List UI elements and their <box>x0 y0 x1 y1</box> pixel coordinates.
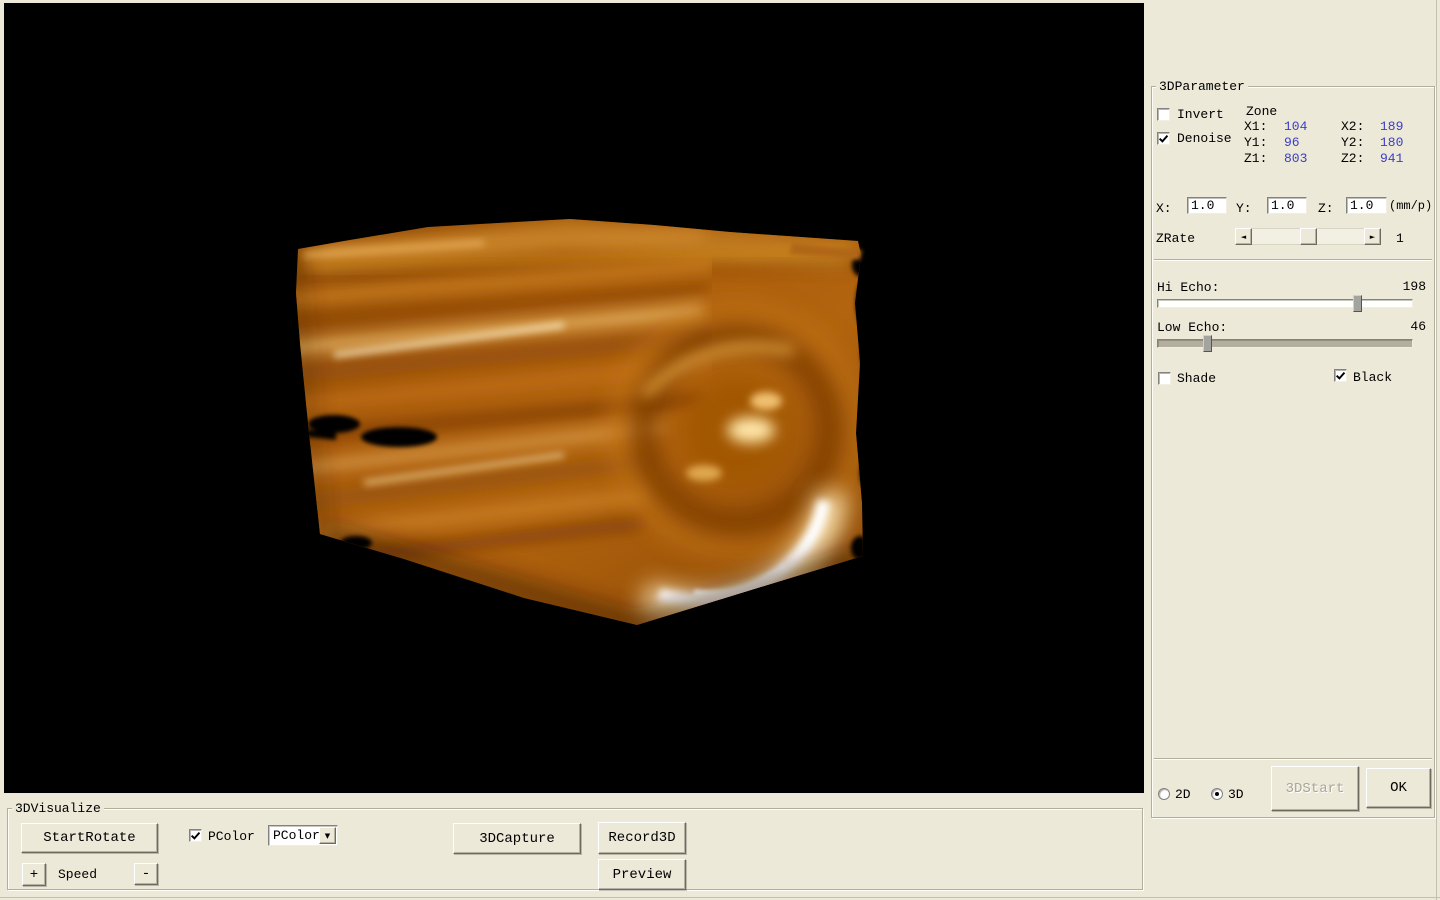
zone-x1-label: X1: <box>1244 119 1284 135</box>
zone-z2-value: 941 <box>1380 151 1428 167</box>
mode-2d-radio[interactable] <box>1158 788 1170 800</box>
zone-z2-label: Z2: <box>1341 151 1380 167</box>
check-icon <box>1158 133 1169 144</box>
application-window: 3DParameter Invert Denoise Zone X1: 104 … <box>0 0 1440 900</box>
z-scale-input[interactable] <box>1346 197 1387 214</box>
render-viewport[interactable] <box>4 3 1144 793</box>
pcolor-select-value: PColor <box>273 828 320 843</box>
zone-y2-value: 180 <box>1380 135 1428 151</box>
zone-z1-value: 803 <box>1284 151 1341 167</box>
hi-echo-slider-thumb[interactable] <box>1353 295 1362 312</box>
pcolor-checkbox[interactable] <box>189 829 202 842</box>
denoise-label[interactable]: Denoise <box>1177 131 1232 146</box>
window-right-edge <box>1436 0 1437 900</box>
zone-x1-value: 104 <box>1284 119 1341 135</box>
record-3d-button[interactable]: Record3D <box>598 822 686 854</box>
zrate-scrollbar-thumb[interactable] <box>1300 228 1317 245</box>
hi-echo-slider-track[interactable] <box>1157 299 1413 308</box>
low-echo-slider-thumb[interactable] <box>1203 335 1212 352</box>
parameter-groupbox-title: 3DParameter <box>1156 79 1248 94</box>
y-scale-label: Y: <box>1236 201 1252 216</box>
pcolor-select[interactable]: PColor ▼ <box>268 825 338 846</box>
low-echo-slider-track[interactable] <box>1157 339 1413 348</box>
black-label[interactable]: Black <box>1353 370 1392 385</box>
visualize-groupbox-title: 3DVisualize <box>12 801 104 816</box>
low-echo-label: Low Echo: <box>1157 320 1227 335</box>
mode-3d-label[interactable]: 3D <box>1228 787 1244 802</box>
zrate-label: ZRate <box>1156 231 1195 246</box>
zone-z1-label: Z1: <box>1244 151 1284 167</box>
zone-y1-value: 96 <box>1284 135 1341 151</box>
low-echo-slider[interactable] <box>1157 335 1413 352</box>
parameter-groupbox: 3DParameter Invert Denoise Zone X1: 104 … <box>1151 86 1435 818</box>
low-echo-value: 46 <box>1332 319 1426 334</box>
preview-button[interactable]: Preview <box>598 859 686 890</box>
hi-echo-slider[interactable] <box>1157 295 1413 312</box>
hi-echo-label: Hi Echo: <box>1157 280 1219 295</box>
zrate-scrollbar[interactable]: ◄ ► <box>1235 228 1381 245</box>
window-bottom-edge <box>0 897 1440 898</box>
zone-x2-value: 189 <box>1380 119 1428 135</box>
z-scale-label: Z: <box>1318 201 1334 216</box>
zone-label: Zone <box>1246 104 1277 119</box>
shade-label[interactable]: Shade <box>1177 371 1216 386</box>
y-scale-input[interactable] <box>1267 197 1307 214</box>
check-icon <box>1335 370 1346 381</box>
scale-unit-label: (mm/p) <box>1389 199 1432 213</box>
capture-3d-button[interactable]: 3DCapture <box>453 823 581 854</box>
zone-x2-label: X2: <box>1341 119 1380 135</box>
hi-echo-value: 198 <box>1332 279 1426 294</box>
scroll-left-icon: ◄ <box>1241 233 1246 241</box>
zrate-scroll-right-button[interactable]: ► <box>1364 228 1381 245</box>
mode-2d-label[interactable]: 2D <box>1175 787 1191 802</box>
volume-render <box>4 3 1144 793</box>
zone-y2-label: Y2: <box>1341 135 1380 151</box>
zone-y1-label: Y1: <box>1244 135 1284 151</box>
zone-values: X1: 104 X2: 189 Y1: 96 Y2: 180 Z1: 803 Z… <box>1244 119 1428 167</box>
ok-button[interactable]: OK <box>1366 768 1431 808</box>
black-checkbox[interactable] <box>1334 369 1347 382</box>
invert-checkbox[interactable] <box>1157 108 1170 121</box>
speed-label: Speed <box>58 867 97 882</box>
zrate-scroll-left-button[interactable]: ◄ <box>1235 228 1252 245</box>
mode-3d-radio[interactable] <box>1211 788 1223 800</box>
start3d-button[interactable]: 3DStart <box>1271 766 1359 811</box>
start-rotate-button[interactable]: StartRotate <box>21 823 158 853</box>
shade-checkbox[interactable] <box>1158 372 1171 385</box>
visualize-groupbox: 3DVisualize StartRotate PColor PColor ▼ … <box>7 808 1143 890</box>
x-scale-input[interactable] <box>1187 197 1227 214</box>
separator <box>1154 758 1432 760</box>
radio-dot <box>1215 792 1219 796</box>
invert-label[interactable]: Invert <box>1177 107 1224 122</box>
separator <box>1154 259 1432 261</box>
x-scale-label: X: <box>1156 201 1172 216</box>
chevron-down-icon: ▼ <box>325 832 330 840</box>
pcolor-label[interactable]: PColor <box>208 829 255 844</box>
check-icon <box>190 830 201 841</box>
speed-plus-button[interactable]: + <box>22 863 46 886</box>
denoise-checkbox[interactable] <box>1157 132 1170 145</box>
scroll-right-icon: ► <box>1370 233 1375 241</box>
pcolor-select-dropdown-button[interactable]: ▼ <box>319 827 336 844</box>
speed-minus-button[interactable]: - <box>134 863 158 885</box>
zrate-value: 1 <box>1396 231 1404 246</box>
